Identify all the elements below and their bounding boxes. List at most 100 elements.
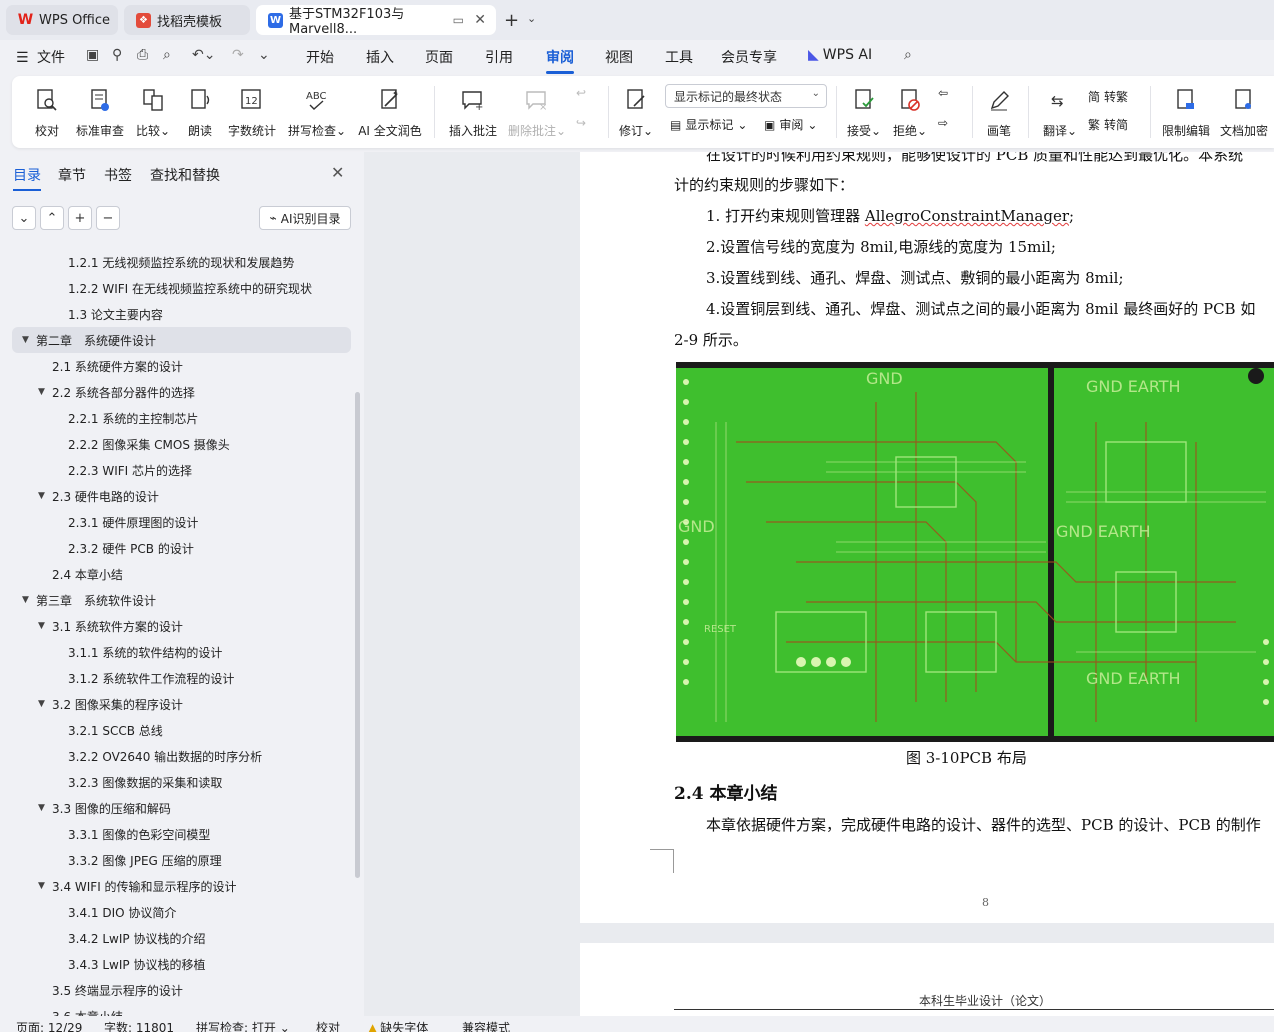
spell-check-toggle[interactable]: 拼写检查: 打开 ⌄ bbox=[196, 1019, 290, 1032]
add-heading-button[interactable]: + bbox=[68, 206, 92, 230]
toc-item[interactable]: 3.4.2 LwIP 协议栈的介绍 bbox=[0, 925, 205, 951]
toc-item[interactable]: 3.2.1 SCCB 总线 bbox=[0, 717, 163, 743]
show-marks-button[interactable]: ▤ 显示标记 ⌄ bbox=[670, 116, 747, 133]
toc-item[interactable]: 3.4.1 DIO 协议简介 bbox=[0, 899, 176, 925]
restrict-edit-button[interactable]: 限制编辑 bbox=[1160, 86, 1212, 139]
toc-item[interactable]: ▼ 2.2 系统各部分器件的选择 bbox=[0, 379, 195, 405]
toc-item[interactable]: ▼ 3.3 图像的压缩和解码 bbox=[0, 795, 171, 821]
compare-button[interactable]: 比较⌄ bbox=[136, 86, 170, 139]
ai-polish-button[interactable]: ✦ AI 全文润色 bbox=[358, 86, 422, 139]
next-comment-icon[interactable]: ↪ bbox=[576, 116, 586, 130]
revise-button[interactable]: 修订⌄ bbox=[618, 86, 654, 139]
tab-find-replace[interactable]: 查找和替换 bbox=[150, 165, 220, 185]
menu-review[interactable]: 审阅 bbox=[546, 47, 574, 74]
toc-item[interactable]: ▼ 3.1 系统软件方案的设计 bbox=[0, 613, 183, 639]
more-icon[interactable]: ⌄ bbox=[258, 47, 270, 63]
next-change-icon[interactable]: ⇨ bbox=[938, 116, 948, 130]
ai-toc-button[interactable]: ⌁ AI识别目录 bbox=[259, 206, 351, 230]
translate-button[interactable]: ⇆ 翻译⌄ bbox=[1042, 86, 1078, 139]
remove-heading-button[interactable]: − bbox=[96, 206, 120, 230]
menu-page[interactable]: 页面 bbox=[425, 47, 453, 67]
toc-item[interactable]: 3.3.1 图像的色彩空间模型 bbox=[0, 821, 210, 847]
review-pane-button[interactable]: ▣ 审阅 ⌄ bbox=[764, 116, 817, 133]
toc-item[interactable]: 3.1.1 系统的软件结构的设计 bbox=[0, 639, 222, 665]
chevron-down-icon[interactable]: ⌄ bbox=[527, 12, 536, 25]
insert-comment-button[interactable]: + 插入批注 bbox=[448, 86, 498, 139]
toc-item[interactable]: 3.5 终端显示程序的设计 bbox=[0, 977, 183, 1003]
to-simplified-button[interactable]: 繁转简 bbox=[1088, 116, 1128, 133]
word-count-button[interactable]: 12 字数统计 bbox=[226, 86, 278, 139]
toc-item[interactable]: 2.2.1 系统的主控制芯片 bbox=[0, 405, 198, 431]
undo-icon[interactable]: ↶⌄ bbox=[192, 47, 215, 63]
toc-item[interactable]: 1.2.1 无线视频监控系统的现状和发展趋势 bbox=[0, 249, 294, 275]
read-aloud-button[interactable]: 朗读 bbox=[186, 86, 214, 139]
accept-button[interactable]: 接受⌄ bbox=[846, 86, 882, 139]
expand-triangle-icon[interactable]: ▼ bbox=[38, 699, 52, 709]
previous-comment-icon[interactable]: ↩ bbox=[576, 86, 586, 100]
pcb-layout-image[interactable]: GND GND EARTH GND GND EARTH GND EARTH RE… bbox=[676, 362, 1274, 742]
menu-membership[interactable]: 会员专享 bbox=[721, 47, 777, 67]
print-preview-icon[interactable]: ⌕ bbox=[163, 47, 171, 63]
toc-item[interactable]: 1.3 论文主要内容 bbox=[0, 301, 163, 327]
markup-display-select[interactable]: 显示标记的最终状态 ⌄ bbox=[665, 84, 827, 108]
toc-item[interactable]: 2.3.1 硬件原理图的设计 bbox=[0, 509, 198, 535]
redo-icon[interactable]: ↷ bbox=[232, 47, 244, 63]
toc-item[interactable]: ▼ 3.4 WIFI 的传输和显示程序的设计 bbox=[0, 873, 237, 899]
toc-item[interactable]: ▼ 3.2 图像采集的程序设计 bbox=[0, 691, 183, 717]
to-traditional-button[interactable]: 简转繁 bbox=[1088, 88, 1128, 105]
toc-item[interactable]: 1.2.2 WIFI 在无线视频监控系统中的研究现状 bbox=[0, 275, 312, 301]
expand-triangle-icon[interactable]: ▼ bbox=[38, 491, 52, 501]
pen-button[interactable]: 画笔 bbox=[984, 86, 1014, 139]
share-icon[interactable]: ⚲ bbox=[112, 47, 122, 63]
delete-comment-button[interactable]: × 删除批注⌄ bbox=[508, 86, 566, 139]
encrypt-button[interactable]: 文档加密 bbox=[1218, 86, 1270, 139]
toc-item[interactable]: ▼ 第三章 系统软件设计 bbox=[0, 587, 156, 613]
tab-bookmarks[interactable]: 书签 bbox=[104, 165, 132, 185]
toc-item[interactable]: 2.2.2 图像采集 CMOS 摄像头 bbox=[0, 431, 230, 457]
spell-check-button[interactable]: ABC 拼写检查⌄ bbox=[288, 86, 346, 139]
page-indicator[interactable]: 页面: 12/29 bbox=[16, 1019, 82, 1032]
expand-triangle-icon[interactable]: ▼ bbox=[22, 335, 36, 345]
toc-item[interactable]: 3.1.2 系统软件工作流程的设计 bbox=[0, 665, 234, 691]
menu-view[interactable]: 视图 bbox=[605, 47, 633, 67]
previous-change-icon[interactable]: ⇦ bbox=[938, 86, 948, 100]
menu-reference[interactable]: 引用 bbox=[485, 47, 513, 67]
tab-chapters[interactable]: 章节 bbox=[58, 165, 86, 185]
collapse-down-button[interactable]: ⌄ bbox=[12, 206, 36, 230]
toc-item[interactable]: 3.2.2 OV2640 输出数据的时序分析 bbox=[0, 743, 262, 769]
menu-file[interactable]: ☰ 文件 bbox=[16, 47, 65, 67]
tab-template-store[interactable]: ❖ 找稻壳模板 bbox=[124, 5, 250, 35]
scrollbar[interactable] bbox=[355, 392, 360, 878]
tab-toc[interactable]: 目录 bbox=[13, 165, 41, 191]
menu-start[interactable]: 开始 bbox=[306, 47, 334, 67]
missing-font-indicator[interactable]: ▲ 缺失字体 bbox=[368, 1019, 428, 1032]
expand-triangle-icon[interactable]: ▼ bbox=[38, 621, 52, 631]
toc-item[interactable]: ▼ 第二章 系统硬件设计 bbox=[12, 327, 351, 353]
expand-triangle-icon[interactable]: ▼ bbox=[38, 387, 52, 397]
toc-item[interactable]: 2.2.3 WIFI 芯片的选择 bbox=[0, 457, 192, 483]
new-tab-icon[interactable]: + bbox=[504, 10, 519, 31]
expand-triangle-icon[interactable]: ▼ bbox=[38, 803, 52, 813]
tab-wps-office[interactable]: W WPS Office bbox=[6, 5, 118, 35]
print-icon[interactable]: ⎙ bbox=[137, 47, 148, 63]
toc-item[interactable]: 2.1 系统硬件方案的设计 bbox=[0, 353, 183, 379]
close-icon[interactable]: ✕ bbox=[331, 163, 344, 182]
search-icon[interactable]: ⌕ bbox=[904, 47, 912, 63]
toc-item[interactable]: 3.2.3 图像数据的采集和读取 bbox=[0, 769, 222, 795]
menu-wps-ai[interactable]: ◣ WPS AI bbox=[808, 47, 872, 63]
word-count-indicator[interactable]: 字数: 11801 bbox=[104, 1019, 174, 1032]
document-area[interactable]: 在设计的时候利用约束规则，能够使设计的 PCB 质量和性能达到最优化。本系统 计… bbox=[364, 152, 1274, 1016]
expand-triangle-icon[interactable]: ▼ bbox=[22, 595, 36, 605]
toc-item[interactable]: 3.4.3 LwIP 协议栈的移植 bbox=[0, 951, 205, 977]
proofread-button[interactable]: 校对 bbox=[32, 86, 62, 139]
close-tab-icon[interactable]: ✕ bbox=[474, 12, 486, 28]
standard-review-button[interactable]: 标准审查 bbox=[74, 86, 126, 139]
proofread-status[interactable]: 校对 bbox=[316, 1019, 340, 1032]
toc-item[interactable]: 2.4 本章小结 bbox=[0, 561, 123, 587]
toc-item[interactable]: 3.3.2 图像 JPEG 压缩的原理 bbox=[0, 847, 222, 873]
expand-triangle-icon[interactable]: ▼ bbox=[38, 881, 52, 891]
save-icon[interactable]: ▣ bbox=[86, 47, 99, 63]
menu-insert[interactable]: 插入 bbox=[366, 47, 394, 67]
toc-item[interactable]: 2.3.2 硬件 PCB 的设计 bbox=[0, 535, 194, 561]
menu-tools[interactable]: 工具 bbox=[665, 47, 693, 67]
